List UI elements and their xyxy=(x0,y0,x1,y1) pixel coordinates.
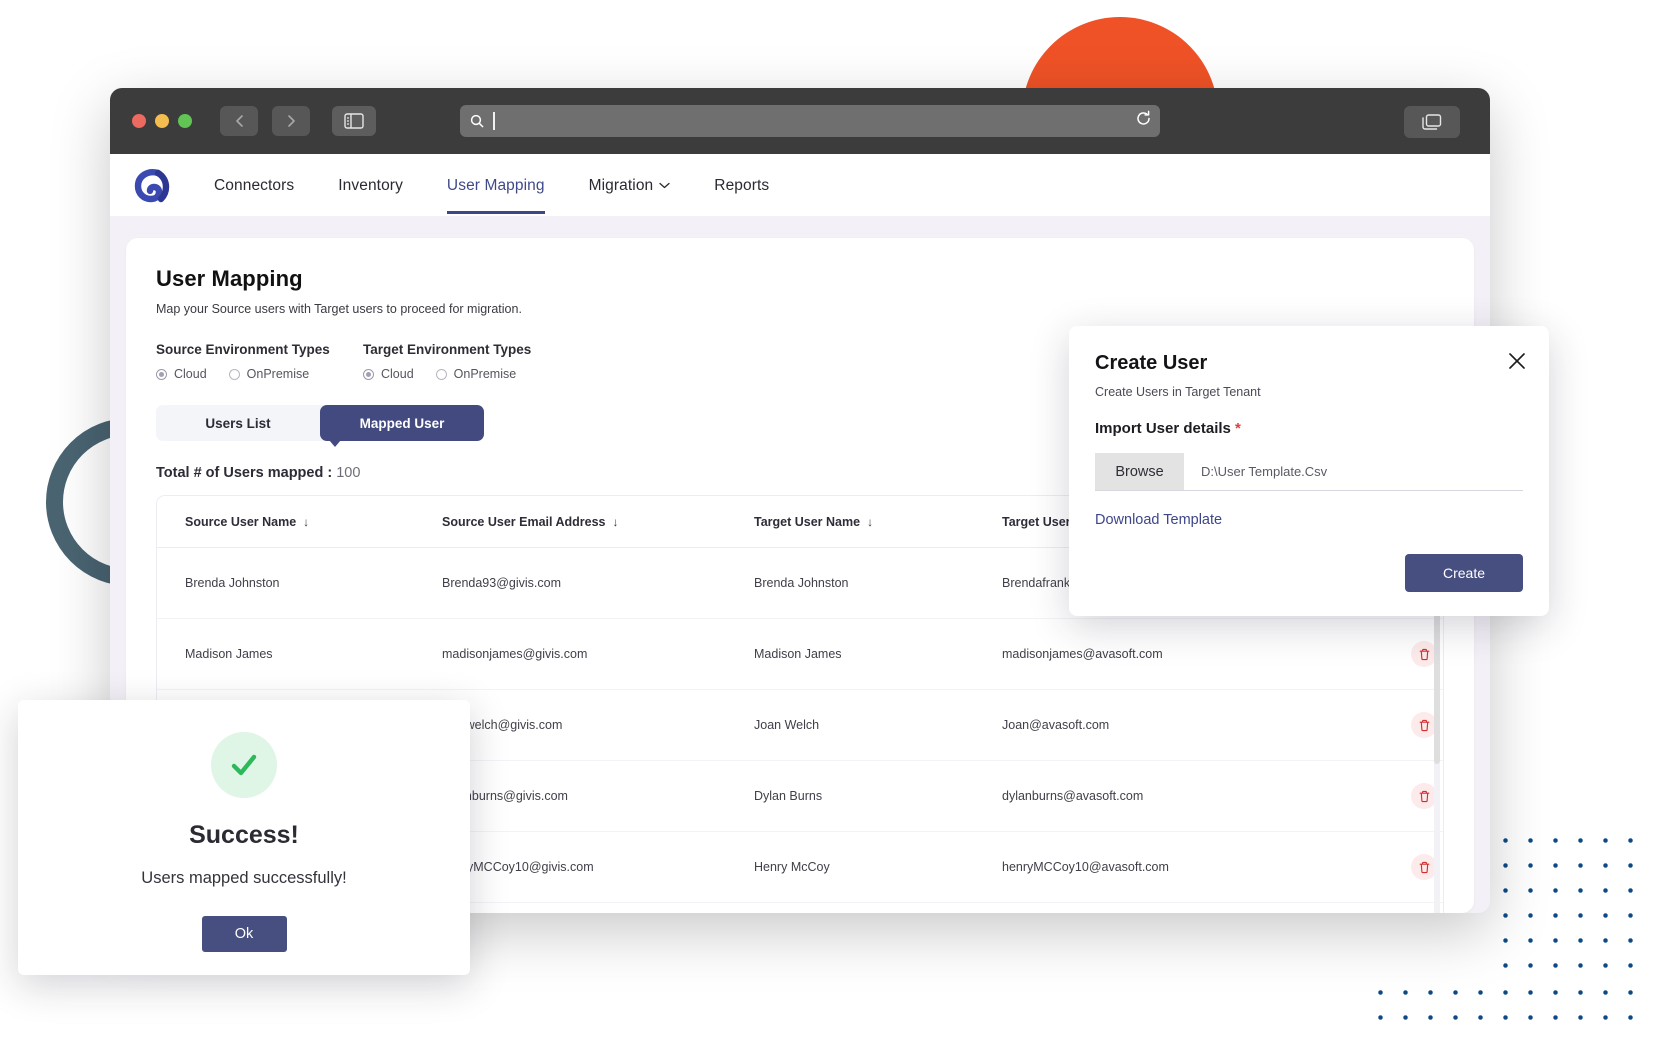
cell-source-user-email: madisonjames@givis.com xyxy=(414,618,726,690)
cell-target-user-email: KathySandoval_13@avasoft.com xyxy=(974,902,1379,913)
app-navbar: Connectors Inventory User Mapping Migrat… xyxy=(110,154,1490,216)
check-circle-icon xyxy=(211,732,277,798)
target-environment-radios: Cloud OnPremise xyxy=(363,367,531,381)
sort-arrow-icon[interactable]: ↓ xyxy=(613,515,619,529)
cell-source-user-email: Brenda93@givis.com xyxy=(414,547,726,619)
tab-mapped-user[interactable]: Mapped User xyxy=(320,405,484,441)
target-environment-group: Target Environment Types Cloud OnPremise xyxy=(363,342,531,381)
target-radio-onpremise-label: OnPremise xyxy=(453,367,517,381)
cell-source-user-name: Madison James xyxy=(157,618,414,690)
source-environment-radios: Cloud OnPremise xyxy=(156,367,363,381)
create-user-modal-subtitle: Create Users in Target Tenant xyxy=(1095,385,1261,399)
avasoft-logo-icon xyxy=(128,162,174,208)
cell-target-user-email: Joan@avasoft.com xyxy=(974,689,1379,761)
create-user-modal: Create User Create Users in Target Tenan… xyxy=(1069,326,1549,616)
import-user-details-text: Import User details xyxy=(1095,420,1231,437)
target-environment-label: Target Environment Types xyxy=(363,342,532,357)
total-mapped-label: Total # of Users mapped : xyxy=(156,465,333,481)
forward-arrow-icon[interactable] xyxy=(272,106,310,136)
page-root: Connectors Inventory User Mapping Migrat… xyxy=(0,0,1666,1060)
sort-arrow-icon[interactable]: ↓ xyxy=(303,515,309,529)
total-mapped-count: 100 xyxy=(336,465,361,481)
success-message: Users mapped successfully! xyxy=(141,869,347,887)
tab-users-list[interactable]: Users List xyxy=(156,405,320,441)
cell-target-user-name: Madison James xyxy=(726,618,974,690)
chevron-down-icon xyxy=(659,176,670,194)
cell-target-user-email: henryMCCoy10@avasoft.com xyxy=(974,831,1379,903)
import-user-details-label: Import User details * xyxy=(1095,420,1523,437)
nav-item-inventory[interactable]: Inventory xyxy=(316,157,425,214)
decorative-dot-grid-right xyxy=(1493,828,1645,980)
source-radio-onpremise-label: OnPremise xyxy=(246,367,310,381)
file-upload-field[interactable]: Browse D:\User Template.Csv xyxy=(1095,453,1523,491)
nav-item-user-mapping[interactable]: User Mapping xyxy=(425,157,567,214)
cell-target-user-name: Kathy Sandoval xyxy=(726,902,974,913)
radio-unselected-icon xyxy=(435,368,447,380)
radio-selected-icon xyxy=(363,368,374,380)
cell-target-user-name: Dylan Burns xyxy=(726,760,974,832)
back-arrow-icon[interactable] xyxy=(220,106,258,136)
cell-target-user-name: Brenda Johnston xyxy=(726,547,974,619)
tab-overview-icon[interactable] xyxy=(1404,106,1460,138)
selected-file-name: D:\User Template.Csv xyxy=(1201,464,1328,479)
reload-icon[interactable] xyxy=(1135,110,1152,132)
table-row: Madison James madisonjames@givis.com Madis… xyxy=(157,618,1443,690)
nav-item-connectors[interactable]: Connectors xyxy=(192,157,316,214)
nav-item-migration-label: Migration xyxy=(588,177,654,194)
radio-unselected-icon xyxy=(228,368,240,380)
view-toggle: Users List Mapped User xyxy=(156,405,484,441)
close-window-button[interactable] xyxy=(132,114,146,128)
source-radio-cloud-label: Cloud xyxy=(174,367,207,381)
column-header-target-user-name[interactable]: Target User Name ↓ xyxy=(726,496,974,548)
sort-arrow-icon[interactable]: ↓ xyxy=(867,515,873,529)
source-radio-cloud[interactable]: Cloud xyxy=(156,367,207,381)
nav-item-migration[interactable]: Migration xyxy=(567,156,693,214)
cell-target-user-email: madisonjames@avasoft.com xyxy=(974,618,1379,690)
cell-target-user-name: Joan Welch xyxy=(726,689,974,761)
radio-selected-icon xyxy=(156,368,167,380)
success-title: Success! xyxy=(189,821,299,849)
source-environment-group: Source Environment Types Cloud OnPremise xyxy=(156,342,363,381)
create-button[interactable]: Create xyxy=(1405,554,1523,592)
close-icon[interactable] xyxy=(1507,351,1527,371)
nav-item-reports[interactable]: Reports xyxy=(692,157,791,214)
browser-titlebar xyxy=(110,88,1490,154)
minimize-window-button[interactable] xyxy=(155,114,169,128)
window-controls xyxy=(132,114,192,128)
cell-target-user-email: dylanburns@avasoft.com xyxy=(974,760,1379,832)
text-caret xyxy=(493,112,495,130)
create-user-modal-title: Create User xyxy=(1095,352,1208,374)
sidebar-toggle-icon[interactable] xyxy=(332,106,376,136)
cell-target-user-name: Henry McCoy xyxy=(726,831,974,903)
address-bar[interactable] xyxy=(460,105,1160,137)
page-title: User Mapping xyxy=(156,266,303,291)
cell-source-user-name: Brenda Johnston xyxy=(157,547,414,619)
search-icon xyxy=(470,114,484,128)
maximize-window-button[interactable] xyxy=(178,114,192,128)
column-label: Target User Name xyxy=(754,515,861,529)
required-asterisk: * xyxy=(1235,420,1241,437)
download-template-link[interactable]: Download Template xyxy=(1095,512,1523,528)
decorative-dot-grid-bottom xyxy=(1368,980,1653,1032)
column-label: Source User Name xyxy=(185,515,297,529)
column-label: Source User Email Address xyxy=(442,515,606,529)
ok-button[interactable]: Ok xyxy=(201,916,287,952)
column-header-source-user-email[interactable]: Source User Email Address ↓ xyxy=(414,496,726,548)
target-radio-cloud-label: Cloud xyxy=(381,367,414,381)
target-radio-cloud[interactable]: Cloud xyxy=(363,367,414,381)
success-modal: Success! Users mapped successfully! Ok xyxy=(18,700,470,975)
source-environment-label: Source Environment Types xyxy=(156,342,330,357)
column-header-source-user-name[interactable]: Source User Name ↓ xyxy=(157,496,414,548)
target-radio-onpremise[interactable]: OnPremise xyxy=(435,367,517,381)
browse-button[interactable]: Browse xyxy=(1095,453,1184,490)
source-radio-onpremise[interactable]: OnPremise xyxy=(228,367,310,381)
page-subtitle: Map your Source users with Target users … xyxy=(156,302,522,316)
